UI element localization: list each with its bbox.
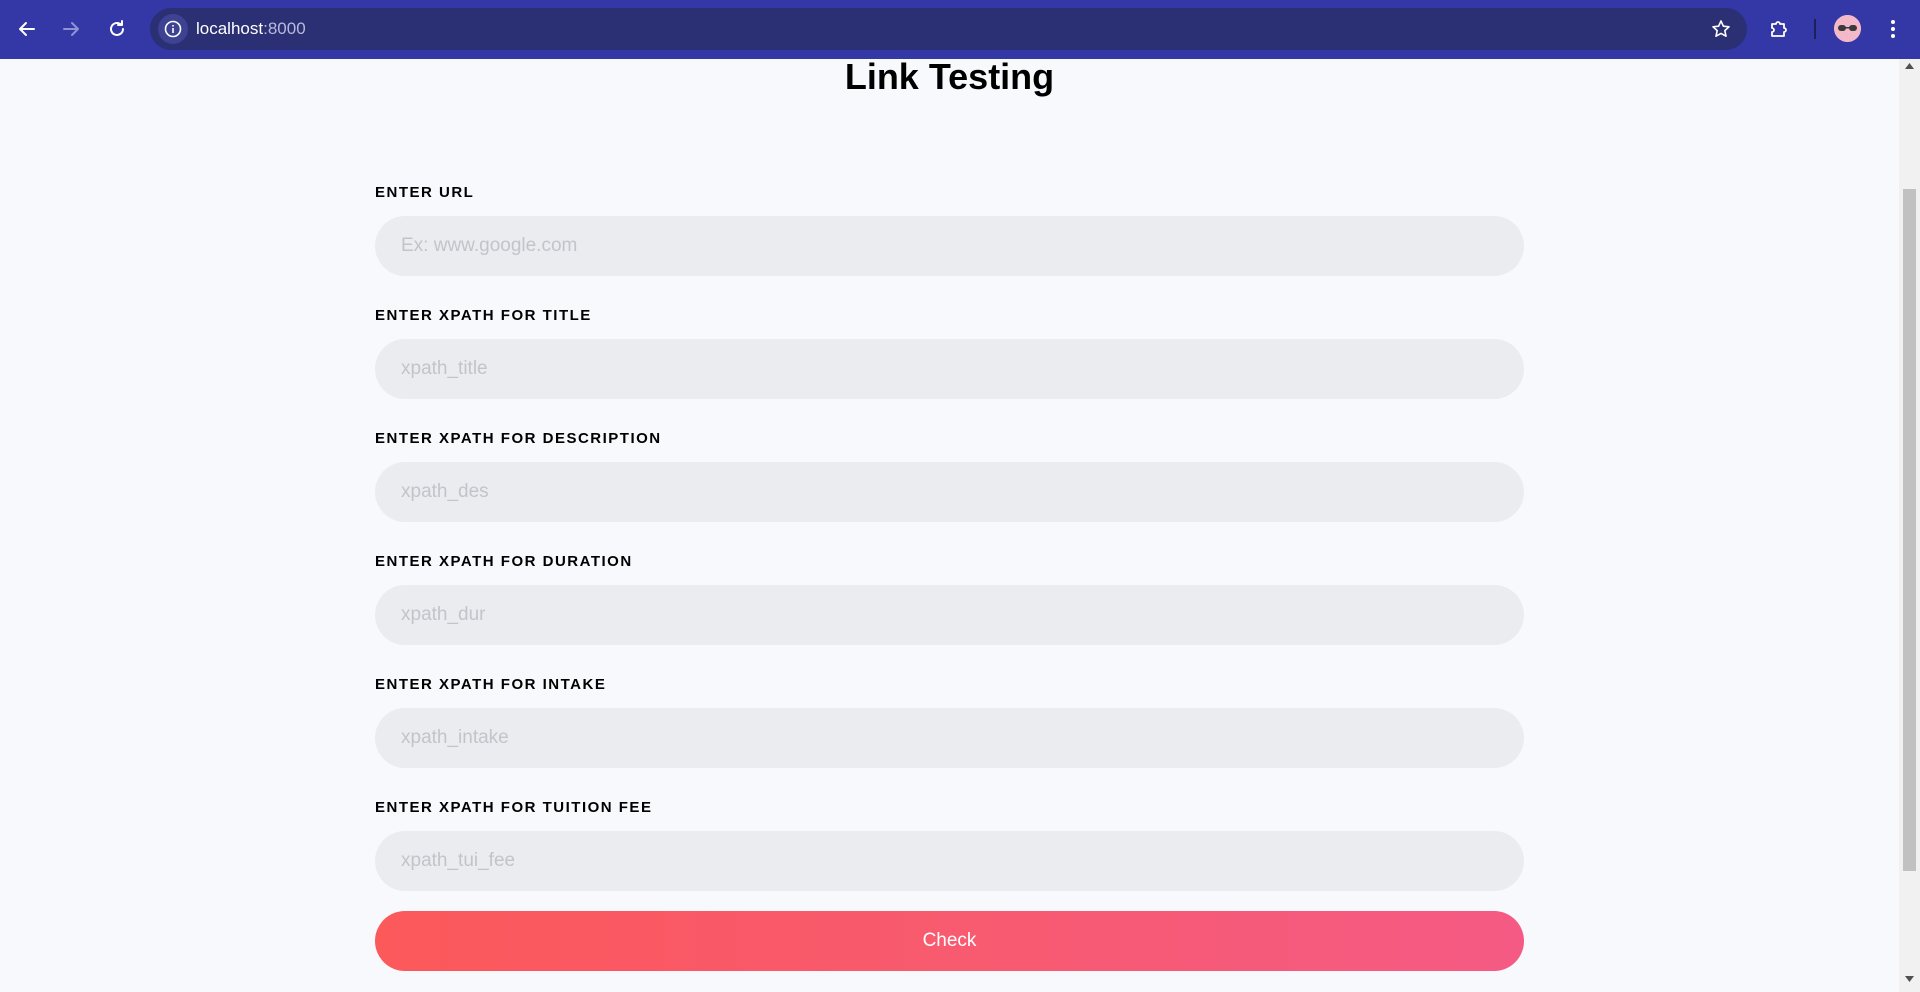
address-bar[interactable]: localhost:8000 [150,8,1747,50]
arrow-left-icon [19,22,35,36]
xpath-duration-label: ENTER XPATH FOR DURATION [375,553,633,570]
puzzle-icon [1771,21,1787,37]
url-text[interactable]: localhost:8000 [196,19,306,39]
star-icon [1712,20,1730,37]
site-info-button[interactable] [158,14,188,44]
page-scrollbar[interactable] [1899,59,1920,992]
arrow-right-icon [63,22,79,36]
xpath-title-input[interactable] [375,339,1524,399]
xpath-tuition-fee-label: ENTER XPATH FOR TUITION FEE [375,799,653,816]
reload-button[interactable] [98,10,136,48]
toolbar-divider [1814,19,1816,39]
url-host: localhost [196,19,264,38]
avatar[interactable] [1834,15,1861,42]
xpath-description-label: ENTER XPATH FOR DESCRIPTION [375,430,662,447]
kebab-menu-icon [1891,20,1895,38]
xpath-title-label: ENTER XPATH FOR TITLE [375,307,592,324]
xpath-intake-label: ENTER XPATH FOR INTAKE [375,676,607,693]
triangle-down-icon [1905,976,1914,982]
scrollbar-thumb[interactable] [1903,189,1916,871]
xpath-description-input[interactable] [375,462,1524,522]
extensions-button[interactable] [1762,12,1796,46]
xpath-duration-input[interactable] [375,585,1524,645]
bookmark-button[interactable] [1709,17,1733,41]
info-icon [164,20,182,38]
url-label: ENTER URL [375,184,475,201]
page-title: Link Testing [844,56,1055,97]
browser-menu-button[interactable] [1880,12,1906,46]
xpath-intake-input[interactable] [375,708,1524,768]
reload-icon [110,20,124,36]
forward-button[interactable] [52,10,90,48]
browser-toolbar: localhost:8000 [0,0,1920,59]
check-button[interactable]: Check [375,911,1524,971]
scroll-down-arrow[interactable] [1899,976,1920,988]
avatar-image [1834,15,1861,42]
scroll-up-arrow[interactable] [1899,63,1920,75]
url-port: :8000 [263,19,306,38]
back-button[interactable] [8,10,46,48]
url-input[interactable] [375,216,1524,276]
triangle-up-icon [1905,63,1914,69]
xpath-tuition-fee-input[interactable] [375,831,1524,891]
